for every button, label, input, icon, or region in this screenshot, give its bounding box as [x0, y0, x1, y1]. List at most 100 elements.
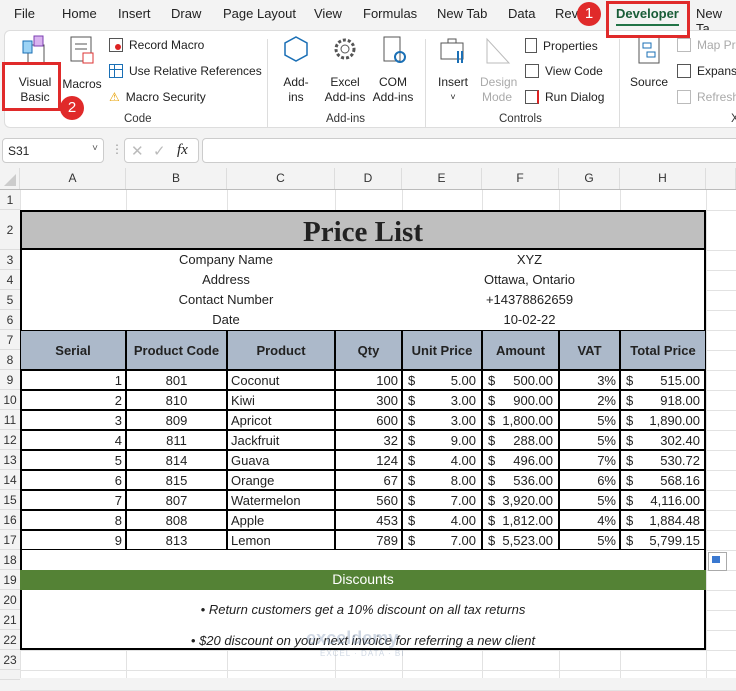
- row-header-24[interactable]: [0, 670, 20, 680]
- row-header-19[interactable]: 19: [0, 570, 20, 590]
- currency-value: 496.00: [513, 453, 553, 468]
- map-properties-label: Map Pro: [697, 38, 736, 52]
- row-header-16[interactable]: 16: [0, 510, 20, 530]
- enter-check-icon[interactable]: ✓: [153, 142, 166, 160]
- formula-actions: ✕ ✓ fx: [124, 138, 199, 163]
- row-header-9[interactable]: 9: [0, 370, 20, 390]
- row-header-5[interactable]: 5: [0, 290, 20, 310]
- tab-draw[interactable]: Draw: [171, 6, 201, 21]
- map-properties-button[interactable]: Map Pro: [677, 38, 736, 53]
- product-code-cell: 810: [126, 390, 227, 410]
- com-add-ins-button[interactable]: COM Add-ins: [369, 35, 417, 105]
- row-header-6[interactable]: 6: [0, 310, 20, 330]
- column-header-a[interactable]: A: [20, 168, 126, 189]
- record-macro-button[interactable]: Record Macro: [109, 38, 204, 53]
- currency-symbol: $: [488, 413, 496, 428]
- currency-symbol: $: [408, 473, 416, 488]
- view-code-button[interactable]: View Code: [525, 64, 603, 79]
- row-header-14[interactable]: 14: [0, 470, 20, 490]
- info-value: XYZ: [516, 252, 543, 267]
- row-header-15[interactable]: 15: [0, 490, 20, 510]
- info-label: Company Name: [179, 252, 273, 267]
- record-icon: [109, 38, 123, 52]
- watermark-tagline: EXCEL · DATA · BI: [320, 649, 405, 658]
- tab-insert[interactable]: Insert: [118, 6, 151, 21]
- row-header-18[interactable]: 18: [0, 550, 20, 570]
- currency-value: 9.00: [450, 433, 476, 448]
- refresh-data-label: Refresh: [697, 90, 736, 104]
- column-header-b[interactable]: B: [126, 168, 227, 189]
- currency-cell: $3.00: [402, 410, 482, 430]
- watermark-logo: exceldemy EXCEL · DATA · BI: [300, 628, 404, 658]
- use-relative-references-label: Use Relative References: [129, 64, 262, 78]
- row-header-1[interactable]: 1: [0, 190, 20, 210]
- source-button[interactable]: Source: [627, 35, 671, 90]
- insert-label: Insert: [437, 75, 468, 89]
- currency-cell: $1,884.48: [620, 510, 706, 530]
- serial-cell: 5: [20, 450, 126, 470]
- row-header-3[interactable]: 3: [0, 250, 20, 270]
- worksheet-grid[interactable]: Price List Company Name XYZ Address Ottawa, …: [20, 190, 736, 691]
- column-header-qty: Qty: [335, 330, 402, 370]
- expansion-packs-button[interactable]: Expansi: [677, 64, 736, 79]
- macro-security-button[interactable]: ⚠ Macro Security: [109, 90, 206, 105]
- row-header-13[interactable]: 13: [0, 450, 20, 470]
- column-header-i[interactable]: [706, 168, 736, 189]
- grid-icon: [109, 64, 123, 78]
- currency-cell: $500.00: [482, 370, 559, 390]
- column-header-d[interactable]: D: [335, 168, 402, 189]
- row-header-7[interactable]: 7: [0, 330, 20, 350]
- row-header-2[interactable]: 2: [0, 210, 20, 250]
- tab-new-tab[interactable]: New Tab: [437, 6, 487, 21]
- use-relative-references-button[interactable]: Use Relative References: [109, 64, 262, 79]
- properties-button[interactable]: Properties: [525, 38, 598, 54]
- row-header-12[interactable]: 12: [0, 430, 20, 450]
- row-header-4[interactable]: 4: [0, 270, 20, 290]
- visual-basic-highlight: [2, 62, 61, 111]
- add-ins-button[interactable]: Add-ins: [279, 35, 313, 105]
- currency-value: 3.00: [450, 413, 476, 428]
- formula-input[interactable]: [202, 138, 736, 163]
- column-header-c[interactable]: C: [227, 168, 335, 189]
- triangle-ruler-icon: [486, 37, 511, 64]
- tab-page-layout[interactable]: Page Layout: [223, 6, 296, 21]
- tab-home[interactable]: Home: [62, 6, 97, 21]
- column-header-h[interactable]: H: [620, 168, 706, 189]
- column-header-g[interactable]: G: [559, 168, 620, 189]
- name-box[interactable]: S31 ˅: [2, 138, 104, 163]
- qty-cell: 124: [335, 450, 402, 470]
- row-header-20[interactable]: 20: [0, 590, 20, 610]
- product-cell: Apple: [227, 510, 335, 530]
- select-all-button[interactable]: [0, 168, 20, 189]
- insert-control-button[interactable]: Insert ˅: [433, 35, 473, 105]
- currency-symbol: $: [626, 433, 634, 448]
- controls-group-label: Controls: [499, 113, 542, 125]
- name-box-value: S31: [8, 144, 30, 158]
- tab-view[interactable]: View: [314, 6, 342, 21]
- insert-function-icon[interactable]: fx: [177, 142, 188, 159]
- row-header-10[interactable]: 10: [0, 390, 20, 410]
- row-header-22[interactable]: 22: [0, 630, 20, 650]
- tab-data[interactable]: Data: [508, 6, 535, 21]
- vat-cell: 2%: [559, 390, 620, 410]
- column-header-e[interactable]: E: [402, 168, 482, 189]
- row-header-8[interactable]: 8: [0, 350, 20, 370]
- row-header-21[interactable]: 21: [0, 610, 20, 630]
- excel-add-ins-button[interactable]: Excel Add-ins: [321, 35, 369, 105]
- run-dialog-button[interactable]: Run Dialog: [525, 90, 604, 105]
- column-header-f[interactable]: F: [482, 168, 559, 189]
- info-value: +14378862659: [485, 292, 574, 307]
- tab-formulas[interactable]: Formulas: [363, 6, 417, 21]
- quick-analysis-button[interactable]: [708, 552, 727, 571]
- macros-button[interactable]: Macros: [61, 35, 103, 92]
- design-mode-button[interactable]: Design Mode: [477, 35, 517, 105]
- macros-icon: [70, 36, 94, 64]
- watermark-name: exceldemy: [306, 628, 399, 648]
- row-header-23[interactable]: 23: [0, 650, 20, 670]
- cancel-icon[interactable]: ✕: [131, 142, 144, 160]
- row-header-11[interactable]: 11: [0, 410, 20, 430]
- refresh-data-button[interactable]: Refresh: [677, 90, 736, 105]
- row-header-17[interactable]: 17: [0, 530, 20, 550]
- currency-cell: $496.00: [482, 450, 559, 470]
- tab-file[interactable]: File: [14, 6, 35, 21]
